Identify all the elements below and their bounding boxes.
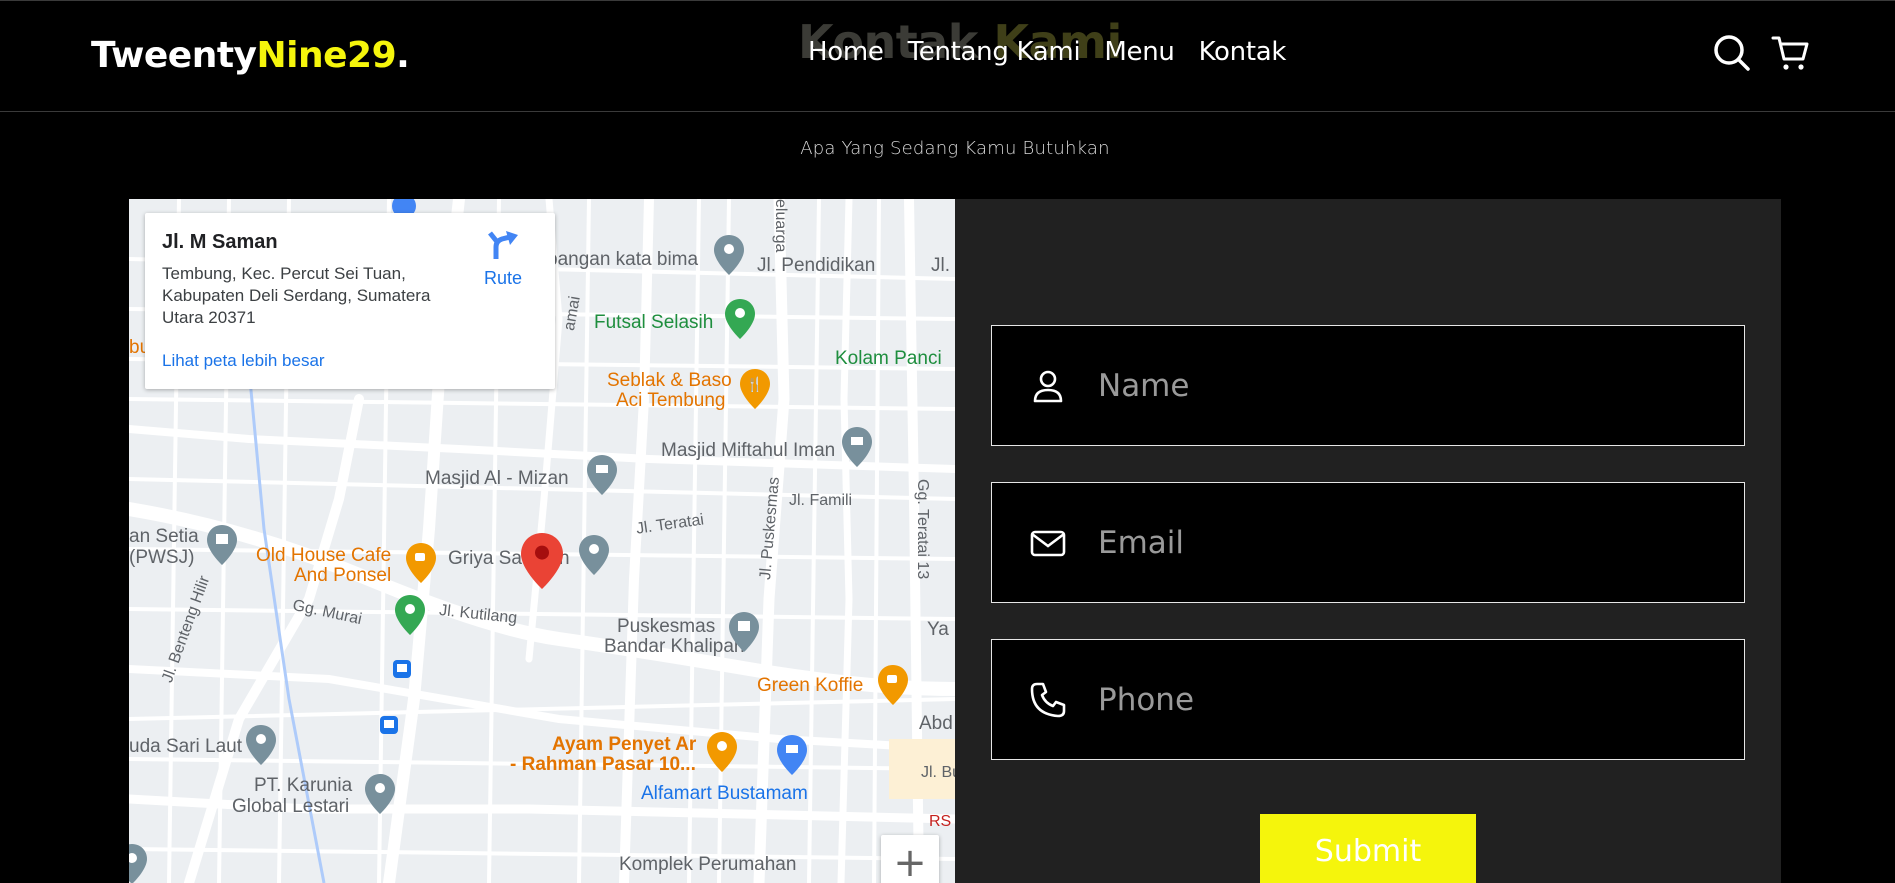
phone-field: [991, 639, 1745, 760]
map-label: Gg. Teratai 13: [914, 479, 931, 580]
map-label: Kolam Panci: [835, 348, 942, 369]
map-label: Global Lestari: [232, 796, 350, 817]
bus-stop-icon[interactable]: [393, 660, 411, 678]
nav-kontak[interactable]: Kontak: [1199, 37, 1287, 67]
map-label: PT. Karunia: [254, 775, 353, 796]
zoom-in-button[interactable]: +: [881, 835, 939, 883]
map-label: bangan kata bima: [547, 249, 699, 270]
site-header: Kontak Kami TweentyNine29. Home Tentang …: [0, 0, 1895, 112]
poi-pin-icon[interactable]: [129, 844, 147, 883]
logo-text-2: Nine29: [256, 35, 397, 76]
phone-icon: [1030, 682, 1066, 718]
cart-icon[interactable]: [1771, 33, 1811, 73]
building-pin-icon[interactable]: [207, 525, 237, 565]
email-input[interactable]: [1098, 483, 1718, 602]
map-label: Jl. Pendidikan: [757, 255, 876, 276]
mosque-pin-icon[interactable]: [587, 455, 617, 495]
street-name: Jl. M Saman: [162, 231, 278, 253]
poi-pin-icon[interactable]: [246, 725, 276, 765]
poi-pin-icon[interactable]: [395, 595, 425, 635]
name-input[interactable]: [1098, 326, 1718, 445]
map-label: Masjid Miftahul Iman: [661, 440, 836, 461]
map-label: Masjid Al - Mizan: [425, 468, 569, 489]
map-label: Jl. Famili: [789, 492, 853, 509]
map-label: Futsal Selasih: [594, 312, 714, 333]
map-label: Griya Sa: [448, 548, 522, 569]
building-pin-icon[interactable]: [729, 612, 759, 652]
mosque-pin-icon[interactable]: [842, 427, 872, 467]
user-icon: [1033, 370, 1063, 403]
poi-pin-icon[interactable]: [725, 299, 755, 339]
map-label: Jl.: [931, 255, 950, 276]
map-label: uda Sari Laut: [129, 736, 243, 757]
logo-text-3: .: [396, 35, 410, 76]
map-label: Komplek Perumahan: [619, 854, 797, 875]
map-label: Ya: [927, 619, 949, 640]
map-label: Old House Cafe: [256, 545, 392, 566]
svg-text:🍴: 🍴: [746, 376, 763, 393]
map-label: RS: [929, 813, 952, 830]
map-label: (PWSJ): [129, 547, 195, 568]
search-icon[interactable]: [1712, 33, 1752, 73]
map-label: Seblak & Baso: [607, 370, 732, 391]
main-nav: Home Tentang Kami Menu Kontak: [808, 37, 1310, 67]
map-label: Bandar Khalipah: [604, 636, 745, 657]
cafe-pin-icon[interactable]: [406, 543, 436, 583]
email-field: [991, 482, 1745, 603]
nav-home[interactable]: Home: [808, 37, 884, 67]
map-label: Ayam Penyet Ar: [552, 734, 697, 755]
phone-input[interactable]: [1098, 640, 1718, 759]
poi-pin-icon[interactable]: [579, 535, 609, 575]
map-label: And Ponsel: [294, 565, 392, 586]
map-label: an Setia: [129, 526, 199, 547]
bus-stop-icon[interactable]: [380, 716, 398, 734]
directions-label: Rute: [483, 268, 523, 288]
shop-pin-icon[interactable]: [777, 735, 807, 775]
nav-menu[interactable]: Menu: [1104, 37, 1174, 67]
street-address: Tembung, Kec. Percut Sei Tuan, Kabupaten…: [162, 264, 431, 327]
poi-pin-icon[interactable]: [714, 235, 744, 275]
contact-form: Submit: [955, 199, 1781, 883]
poi-pin-icon[interactable]: [365, 774, 395, 814]
directions-icon: [488, 231, 518, 259]
map-label: - Rahman Pasar 10...: [510, 754, 696, 775]
view-larger-map-link[interactable]: Lihat peta lebih besar: [162, 351, 325, 371]
location-marker-icon[interactable]: [521, 533, 563, 589]
logo-text-1: Tweenty: [91, 35, 257, 76]
name-field: [991, 325, 1745, 446]
cafe-pin-icon[interactable]: [878, 665, 908, 705]
section-subtitle: Apa Yang Sedang Kamu Butuhkan: [800, 138, 1110, 159]
map-label: Jl. Bust: [921, 764, 955, 781]
map-label: Alfamart Bustamam: [641, 783, 808, 804]
restaurant-pin-icon[interactable]: [707, 732, 737, 772]
submit-button[interactable]: Submit: [1260, 814, 1476, 883]
map-label: Aci Tembung: [616, 390, 726, 411]
site-logo[interactable]: TweentyNine29.: [91, 35, 410, 76]
map-info-card: Jl. M Saman Tembung, Kec. Percut Sei Tua…: [145, 213, 555, 389]
map-label: Green Koffie: [757, 675, 864, 696]
directions-button[interactable]: Rute: [478, 229, 528, 289]
map-label: Puskesmas: [617, 616, 716, 637]
embedded-map[interactable]: bangan kata bima Jl. Pendidikan Jl. Futs…: [129, 199, 955, 883]
map-label: Abd: [919, 713, 953, 734]
nav-tentang-kami[interactable]: Tentang Kami: [908, 37, 1081, 67]
restaurant-pin-icon[interactable]: 🍴: [740, 369, 770, 409]
mail-icon: [1030, 530, 1066, 557]
map-label: eluarga: [772, 199, 789, 253]
